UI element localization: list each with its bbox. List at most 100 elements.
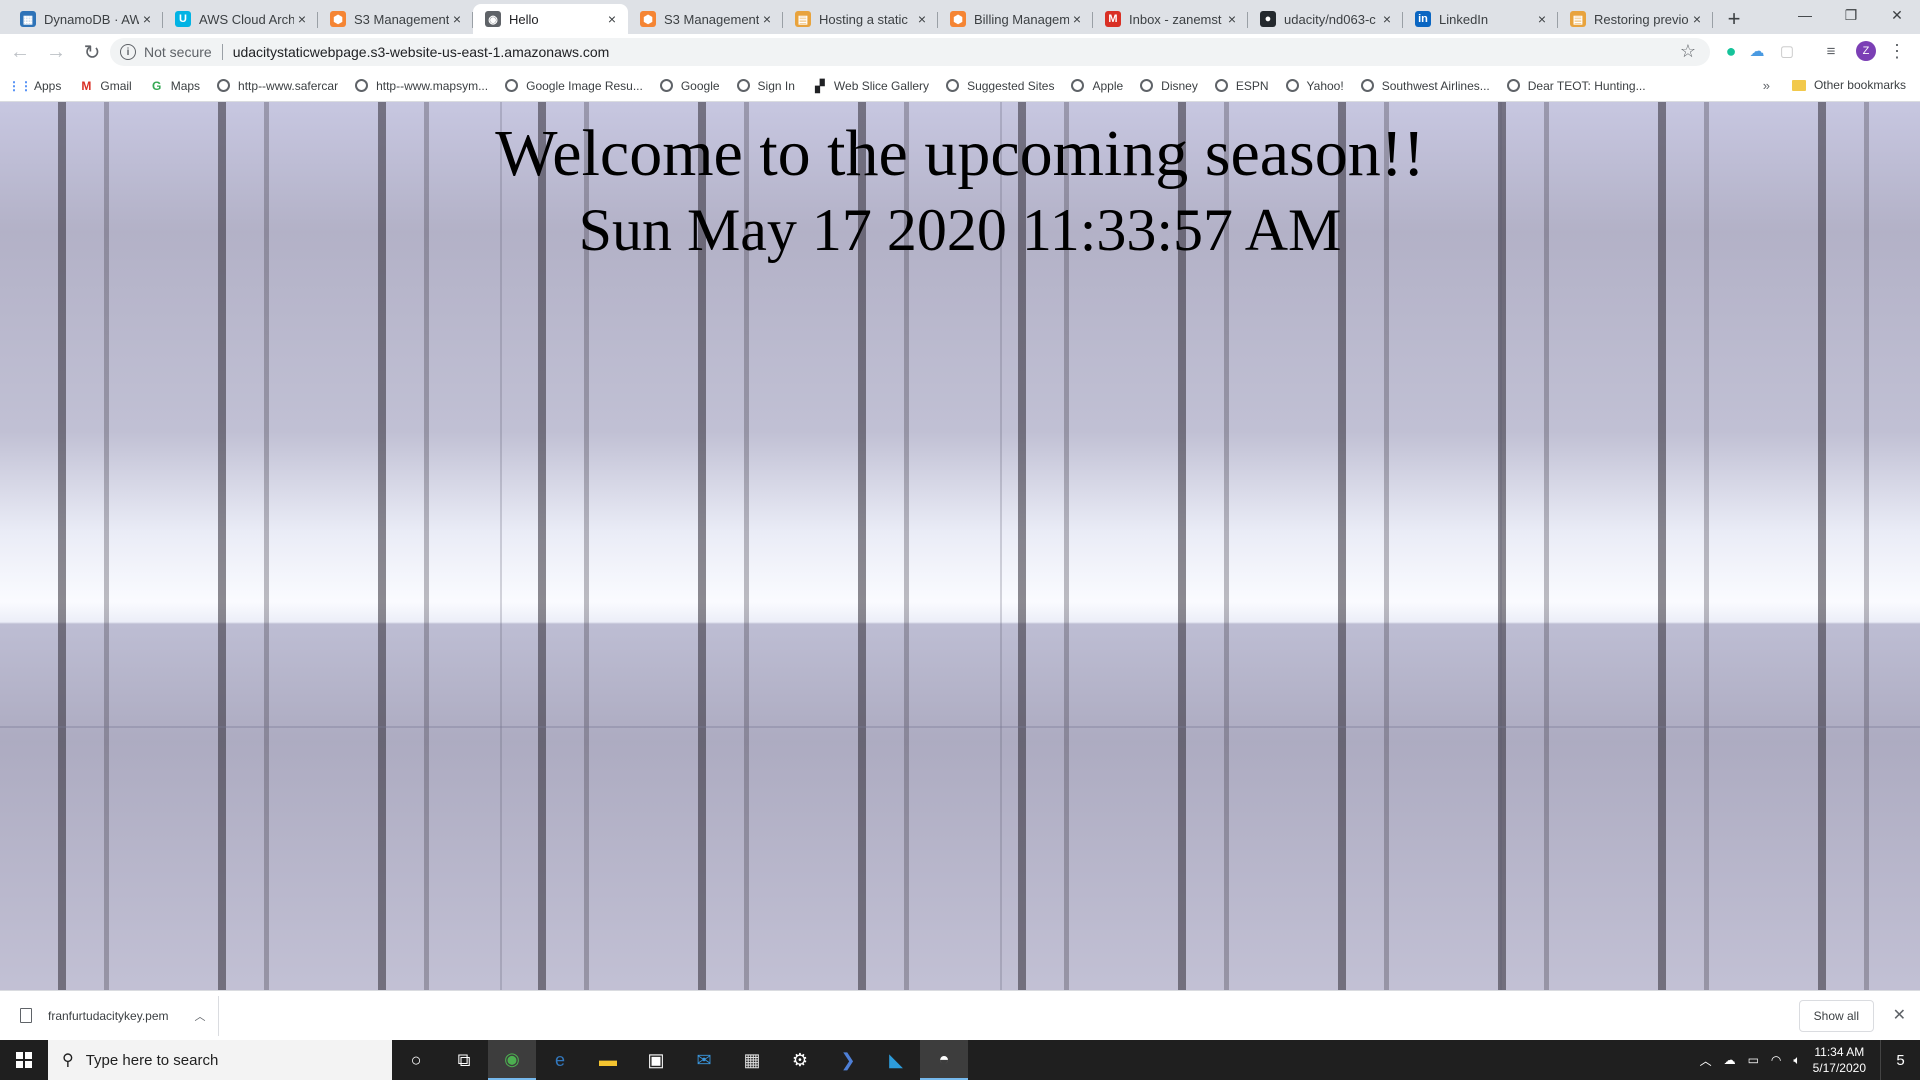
close-tab-icon[interactable]: ×	[449, 11, 465, 27]
globe-icon	[355, 79, 369, 92]
bookmark-label: Apple	[1092, 78, 1124, 93]
browser-tab[interactable]: in LinkedIn ×	[1403, 4, 1558, 34]
bookmark-item[interactable]: G Maps	[149, 78, 200, 94]
browser-tab[interactable]: ▤ Hosting a static ×	[783, 4, 938, 34]
vscode-icon[interactable]: ◣	[872, 1040, 920, 1080]
extension-icon[interactable]: ▢	[1776, 40, 1798, 62]
info-icon[interactable]: i	[120, 44, 136, 60]
browser-tab[interactable]: M Inbox - zanemst ×	[1093, 4, 1248, 34]
close-tab-icon[interactable]: ×	[1069, 11, 1085, 27]
bookmark-label: Web Slice Gallery	[833, 78, 930, 93]
volume-icon[interactable]: 🔈︎	[1793, 1053, 1800, 1068]
browser-tab[interactable]: ▤ Restoring previous×	[1558, 4, 1713, 34]
page-heading: Welcome to the upcoming season!!	[495, 117, 1425, 190]
close-window-button[interactable]: ✕	[1874, 0, 1920, 30]
bookmark-item[interactable]: Dear TEOT: Hunting...	[1506, 79, 1646, 93]
browser-tab[interactable]: ▦ DynamoDB · AWS×	[8, 4, 163, 34]
browser-tab[interactable]: ◉ Hello ×	[473, 4, 628, 34]
close-tab-icon[interactable]: ×	[1379, 11, 1395, 27]
grammarly-extension-icon[interactable]: ●	[1720, 40, 1742, 62]
powershell-icon[interactable]: ❯	[824, 1040, 872, 1080]
browser-tab[interactable]: ⬢ Billing Management×	[938, 4, 1093, 34]
photos-icon[interactable]: ◓	[920, 1040, 968, 1080]
notification-center-button[interactable]: 5	[1880, 1040, 1920, 1080]
bookmark-item[interactable]: ⋮⋮ Apps	[8, 78, 61, 94]
media-control-icon[interactable]: ≡	[1820, 40, 1842, 62]
tab-title: Restoring previous	[1594, 11, 1689, 27]
bookmark-item[interactable]: Southwest Airlines...	[1360, 78, 1490, 93]
start-button[interactable]	[0, 1040, 48, 1080]
bookmark-label: Southwest Airlines...	[1381, 78, 1490, 93]
new-tab-button[interactable]: +	[1719, 4, 1749, 34]
close-tab-icon[interactable]: ×	[139, 11, 155, 27]
calculator-icon[interactable]: ▦	[728, 1040, 776, 1080]
clock-date: 5/17/2020	[1812, 1061, 1866, 1075]
bookmark-item[interactable]: ESPN	[1214, 79, 1269, 93]
chrome-icon[interactable]: ◉	[488, 1040, 536, 1080]
bookmark-item[interactable]: Google	[659, 79, 720, 93]
close-tab-icon[interactable]: ×	[759, 11, 775, 27]
edge-icon[interactable]: e	[536, 1040, 584, 1080]
chevron-up-icon[interactable]: ︿	[1700, 1052, 1712, 1069]
close-tab-icon[interactable]: ×	[1224, 11, 1240, 27]
task-view-icon[interactable]: ⧉	[440, 1040, 488, 1080]
show-all-button[interactable]: Show all	[1798, 1000, 1874, 1032]
minimize-button[interactable]: —	[1782, 0, 1828, 30]
close-tab-icon[interactable]: ×	[914, 11, 930, 27]
taskbar-clock[interactable]: 11:34 AM 5/17/2020	[1813, 1044, 1866, 1076]
mail-icon[interactable]: ✉	[680, 1040, 728, 1080]
settings-icon[interactable]: ⚙	[776, 1040, 824, 1080]
close-tab-icon[interactable]: ×	[604, 11, 620, 27]
chevron-up-icon[interactable]: ︿	[195, 1008, 206, 1024]
address-bar[interactable]: i Not secure udacitystaticwebpage.s3-web…	[110, 38, 1710, 66]
wifi-icon[interactable]: ◠	[1771, 1053, 1781, 1067]
udacity-icon: U	[175, 11, 191, 27]
other-bookmarks-label: Other bookmarks	[1813, 78, 1906, 92]
browser-tab[interactable]: ⬢ S3 Management ×	[628, 4, 783, 34]
bookmark-item[interactable]: M Gmail	[78, 78, 131, 94]
browser-tab[interactable]: ● udacity/nd063-c ×	[1248, 4, 1403, 34]
cloud-extension-icon[interactable]: ☁	[1746, 40, 1768, 62]
globe-icon	[736, 79, 750, 92]
bookmark-item[interactable]: http--www.safercar	[217, 79, 338, 93]
profile-avatar[interactable]: Z	[1856, 41, 1876, 61]
store-icon[interactable]: ▣	[632, 1040, 680, 1080]
bookmark-item[interactable]: Apple	[1071, 79, 1123, 93]
browser-window: ▦DynamoDB · AWS×UAWS Cloud Architect×⬢S3…	[0, 0, 1920, 1080]
back-button[interactable]: ←	[4, 36, 36, 68]
notification-count: 5	[1896, 1051, 1905, 1069]
taskbar-search[interactable]: ⚲ Type here to search	[48, 1040, 392, 1080]
download-item[interactable]: franfurtudacitykey.pem ︿	[0, 995, 219, 1036]
bookmark-star-icon[interactable]: ☆	[1680, 41, 1696, 62]
close-tab-icon[interactable]: ×	[1534, 11, 1550, 27]
browser-tab[interactable]: U AWS Cloud Architect×	[163, 4, 318, 34]
onedrive-icon[interactable]: ☁	[1724, 1053, 1736, 1067]
close-tab-icon[interactable]: ×	[1689, 11, 1705, 27]
tab-title: Hello	[509, 11, 539, 27]
bookmark-item[interactable]: Yahoo!	[1285, 79, 1344, 93]
reload-button[interactable]: ↻	[76, 36, 108, 68]
bookmark-item[interactable]: Suggested Sites	[946, 79, 1054, 93]
bookmark-item[interactable]: Google Image Resu...	[505, 79, 643, 93]
bookmark-item[interactable]: Sign In	[736, 79, 795, 93]
download-file-name[interactable]: franfurtudacitykey.pem	[48, 1009, 169, 1023]
browser-tab[interactable]: ⬢ S3 Management ×	[318, 4, 473, 34]
battery-icon[interactable]: ▭	[1748, 1053, 1759, 1067]
close-download-shelf-icon[interactable]: ✕	[1893, 1005, 1906, 1025]
bookmark-label: http--www.mapsym...	[376, 78, 489, 93]
bookmark-item[interactable]: ▞ Web Slice Gallery	[812, 78, 929, 94]
close-tab-icon[interactable]: ×	[294, 11, 310, 27]
page-content: Welcome to the upcoming season!! Sun May…	[0, 102, 1920, 990]
google-maps-icon: G	[152, 78, 162, 93]
chrome-menu-icon[interactable]: ⋮	[1886, 40, 1908, 62]
file-explorer-icon[interactable]: ▬	[584, 1040, 632, 1080]
forward-button[interactable]: →	[40, 36, 72, 68]
other-bookmarks-folder[interactable]: Other bookmarks	[1791, 78, 1906, 92]
gmail-icon: M	[81, 78, 92, 93]
url-text[interactable]: udacitystaticwebpage.s3-website-us-east-…	[233, 44, 610, 60]
restore-button[interactable]: ❐	[1828, 0, 1874, 30]
bookmark-item[interactable]: Disney	[1140, 79, 1198, 93]
bookmark-item[interactable]: http--www.mapsym...	[355, 79, 488, 93]
cortana-icon[interactable]: ○	[392, 1040, 440, 1080]
more-bookmarks-button[interactable]: »	[1763, 78, 1770, 93]
